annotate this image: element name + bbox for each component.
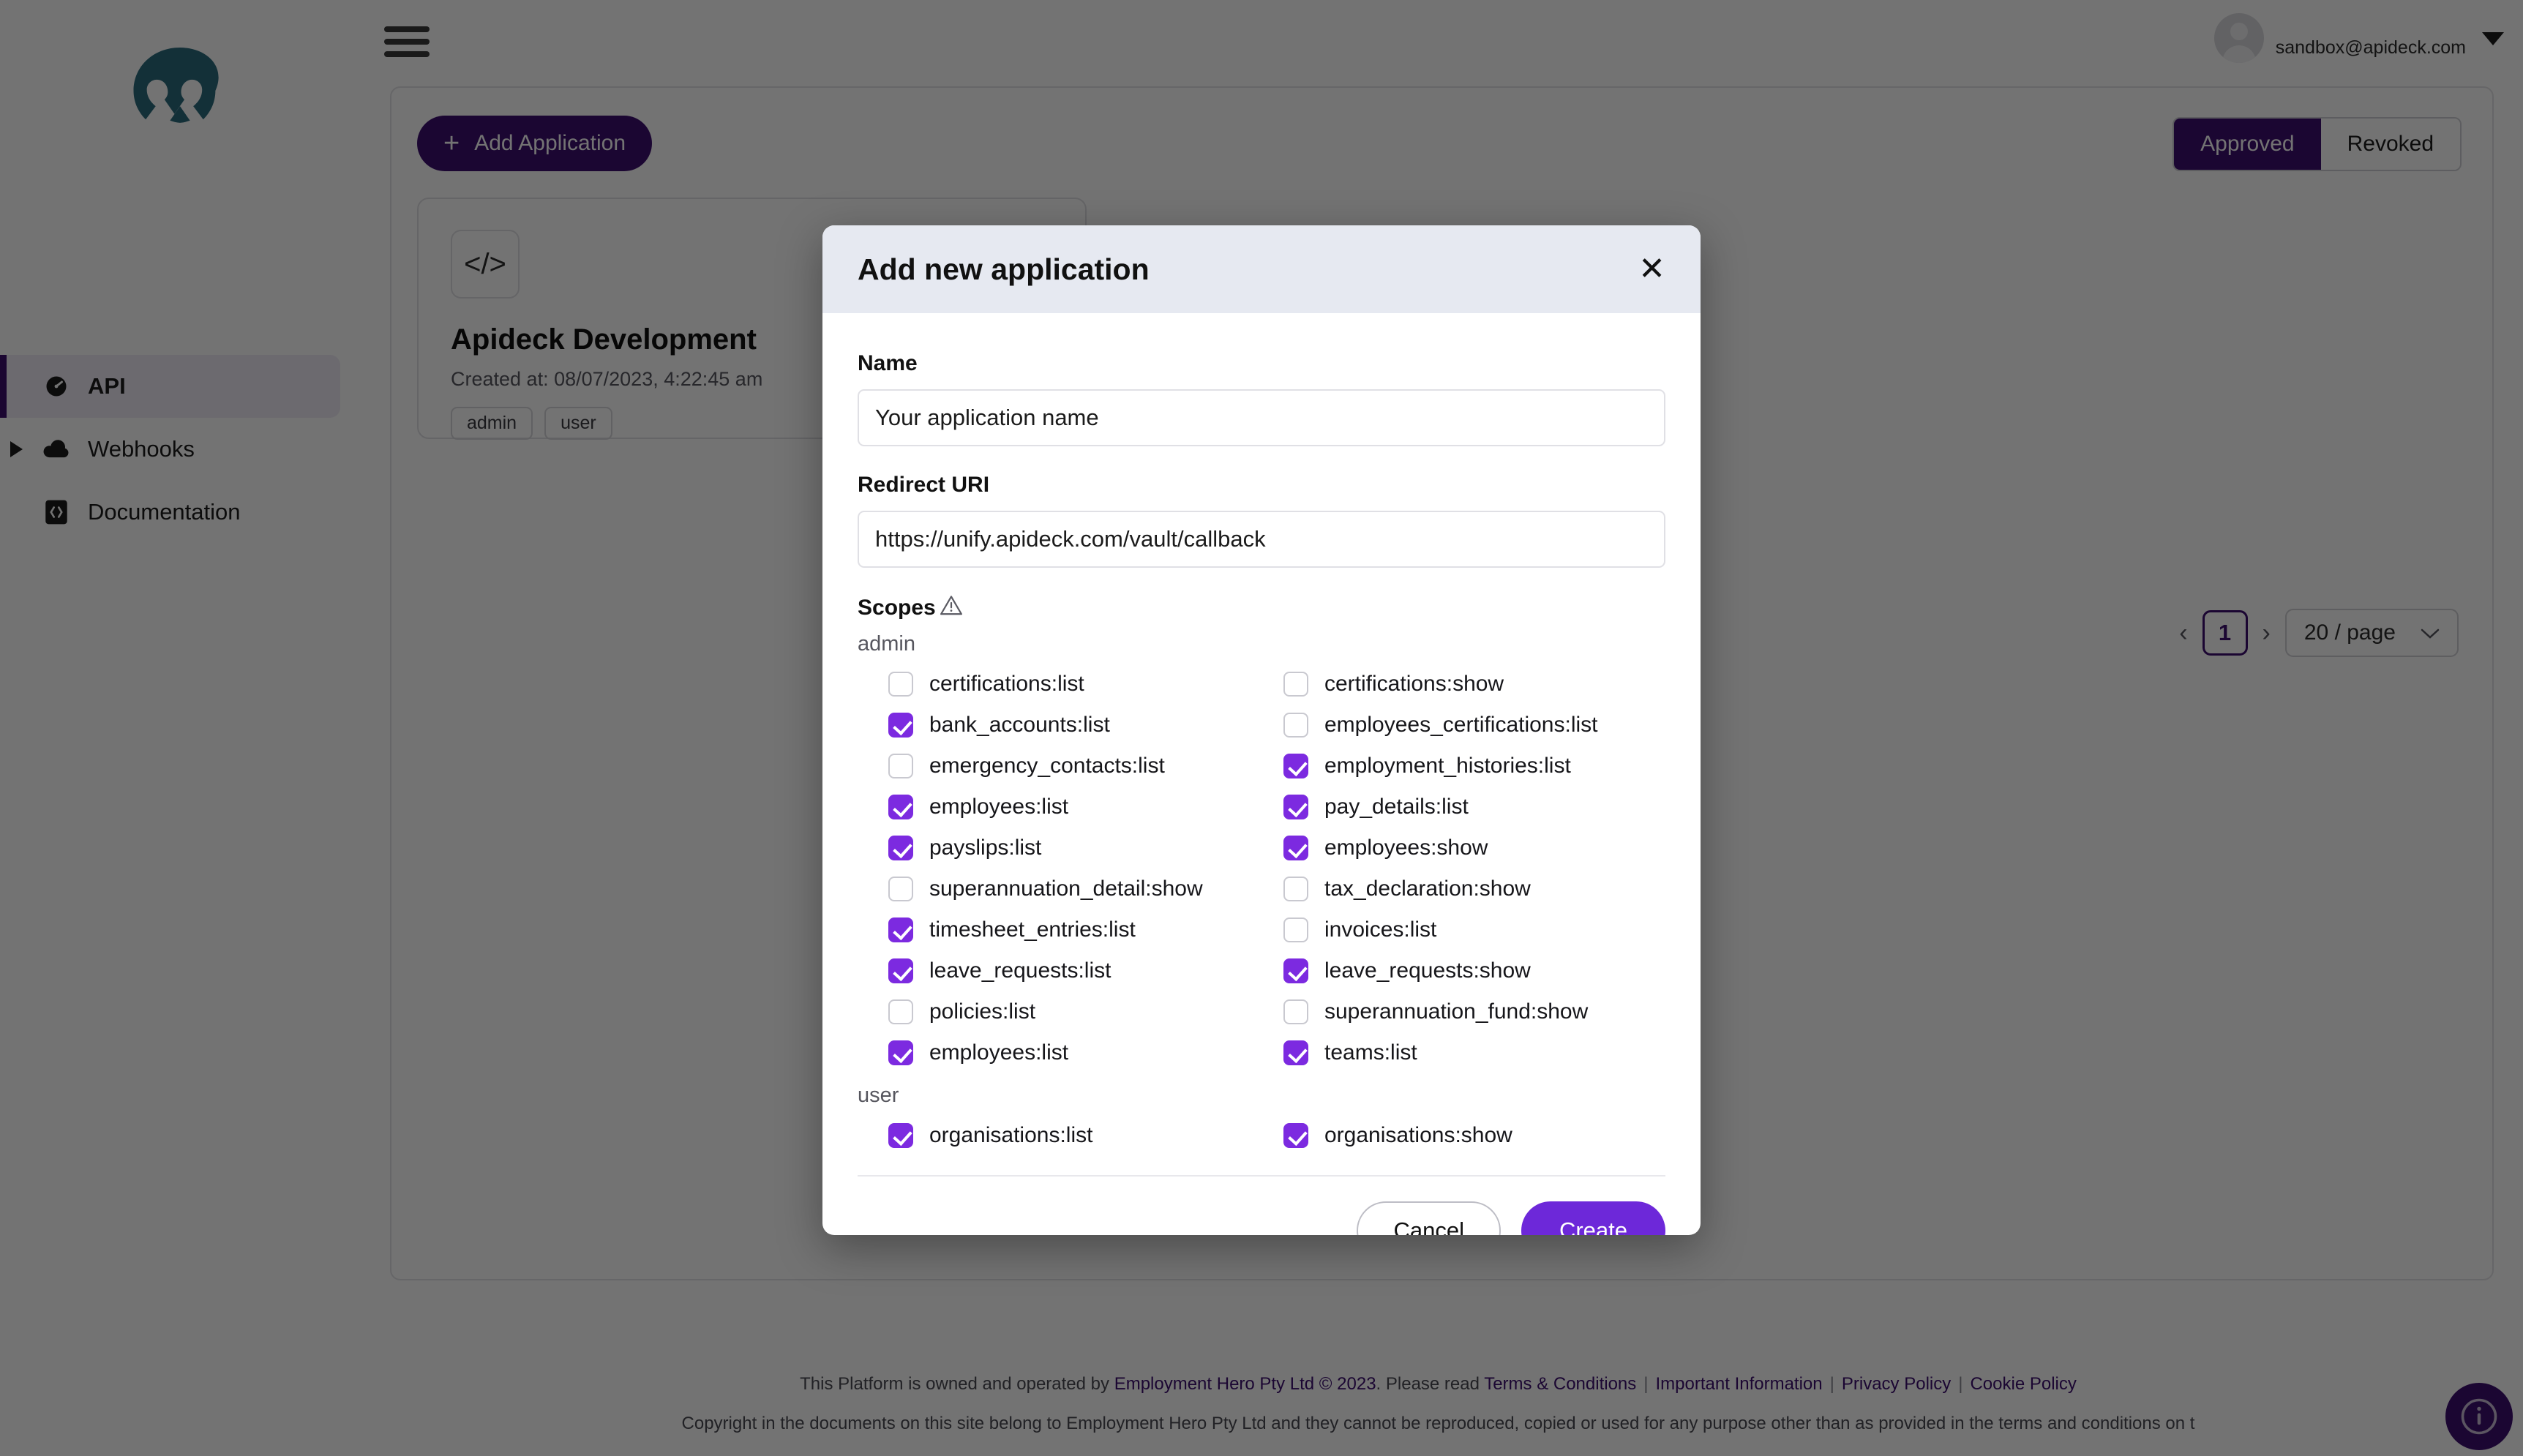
scope-checkbox[interactable] bbox=[1283, 877, 1308, 901]
scope-row[interactable]: policies:list bbox=[888, 991, 1283, 1032]
scope-label: superannuation_fund:show bbox=[1324, 999, 1589, 1024]
dialog-header: Add new application ✕ bbox=[822, 225, 1701, 313]
scope-row[interactable]: certifications:show bbox=[1283, 664, 1679, 705]
scope-row[interactable]: tax_declaration:show bbox=[1283, 868, 1679, 909]
scope-row[interactable]: bank_accounts:list bbox=[888, 705, 1283, 746]
scope-checkbox[interactable] bbox=[1283, 836, 1308, 860]
scope-label: employees:show bbox=[1324, 836, 1488, 860]
scope-checkbox[interactable] bbox=[888, 836, 913, 860]
scope-label: employees:list bbox=[929, 795, 1069, 819]
scope-row[interactable]: superannuation_fund:show bbox=[1283, 991, 1679, 1032]
application-name-input[interactable] bbox=[858, 389, 1665, 446]
scope-checkbox[interactable] bbox=[1283, 1040, 1308, 1065]
scope-label: tax_declaration:show bbox=[1324, 877, 1531, 901]
scope-row[interactable]: emergency_contacts:list bbox=[888, 746, 1283, 787]
scope-label: leave_requests:list bbox=[929, 958, 1111, 983]
scope-row[interactable]: leave_requests:show bbox=[1283, 950, 1679, 991]
scopes-label: Scopes bbox=[858, 596, 936, 620]
scope-checkbox[interactable] bbox=[888, 672, 913, 697]
scope-checkbox[interactable] bbox=[1283, 1123, 1308, 1148]
page-root: API Webhooks Documentation san bbox=[0, 0, 2523, 1456]
scope-row[interactable]: employees:list bbox=[888, 787, 1283, 828]
redirect-uri-label: Redirect URI bbox=[858, 473, 990, 497]
scope-label: employees:list bbox=[929, 1040, 1069, 1065]
scope-row[interactable]: teams:list bbox=[1283, 1032, 1679, 1073]
scope-checkbox[interactable] bbox=[1283, 999, 1308, 1024]
redirect-field-block: Redirect URI bbox=[858, 473, 1665, 568]
scope-row[interactable]: timesheet_entries:list bbox=[888, 909, 1283, 950]
scope-label: leave_requests:show bbox=[1324, 958, 1531, 983]
redirect-uri-input[interactable] bbox=[858, 511, 1665, 568]
scope-checkbox[interactable] bbox=[888, 917, 913, 942]
scope-checkbox[interactable] bbox=[888, 754, 913, 778]
scope-checkbox[interactable] bbox=[1283, 958, 1308, 983]
scope-row[interactable]: certifications:list bbox=[888, 664, 1283, 705]
scope-label: organisations:list bbox=[929, 1123, 1093, 1147]
scope-checkbox[interactable] bbox=[888, 958, 913, 983]
scope-group-admin: admin certifications:list certifications:… bbox=[858, 632, 1665, 1073]
scope-label: certifications:show bbox=[1324, 672, 1504, 696]
scope-row[interactable]: pay_details:list bbox=[1283, 787, 1679, 828]
scope-row[interactable]: employees:list bbox=[888, 1032, 1283, 1073]
close-icon[interactable]: ✕ bbox=[1638, 253, 1665, 285]
scope-label: superannuation_detail:show bbox=[929, 877, 1203, 901]
scope-row[interactable]: invoices:list bbox=[1283, 909, 1679, 950]
scopes-heading: Scopes bbox=[858, 594, 1665, 622]
scope-checkbox[interactable] bbox=[1283, 754, 1308, 778]
scope-checkbox[interactable] bbox=[1283, 917, 1308, 942]
name-field-block: Name bbox=[858, 351, 1665, 446]
scope-label: emergency_contacts:list bbox=[929, 754, 1165, 778]
scope-row[interactable]: employees_certifications:list bbox=[1283, 705, 1679, 746]
scope-row[interactable]: employees:show bbox=[1283, 828, 1679, 868]
scope-group-user: user organisations:list organisations:sho… bbox=[858, 1084, 1665, 1156]
scope-label: timesheet_entries:list bbox=[929, 917, 1136, 942]
scope-row[interactable]: superannuation_detail:show bbox=[888, 868, 1283, 909]
scope-checkbox[interactable] bbox=[1283, 795, 1308, 819]
scope-checkbox[interactable] bbox=[888, 1040, 913, 1065]
scope-label: teams:list bbox=[1324, 1040, 1417, 1065]
scope-checkbox[interactable] bbox=[1283, 713, 1308, 738]
scope-row[interactable]: leave_requests:list bbox=[888, 950, 1283, 991]
scope-label: employees_certifications:list bbox=[1324, 713, 1598, 737]
scope-row[interactable]: employment_histories:list bbox=[1283, 746, 1679, 787]
scope-label: invoices:list bbox=[1324, 917, 1437, 942]
scope-checkbox[interactable] bbox=[888, 877, 913, 901]
dialog-footer: Cancel Create bbox=[822, 1177, 1701, 1235]
scope-row[interactable]: organisations:show bbox=[1283, 1115, 1679, 1156]
scope-label: pay_details:list bbox=[1324, 795, 1469, 819]
name-label: Name bbox=[858, 351, 918, 375]
scope-checkbox[interactable] bbox=[1283, 672, 1308, 697]
scope-label: employment_histories:list bbox=[1324, 754, 1571, 778]
warning-triangle-icon bbox=[939, 594, 964, 622]
create-button[interactable]: Create bbox=[1521, 1201, 1665, 1235]
scope-checkbox[interactable] bbox=[888, 713, 913, 738]
scope-checkbox[interactable] bbox=[888, 795, 913, 819]
scope-label: bank_accounts:list bbox=[929, 713, 1110, 737]
scope-label: certifications:list bbox=[929, 672, 1084, 696]
add-application-dialog: Add new application ✕ Name Redirect URI … bbox=[822, 225, 1701, 1235]
cancel-button[interactable]: Cancel bbox=[1357, 1201, 1501, 1235]
scope-group-label: admin bbox=[858, 632, 915, 656]
scope-row[interactable]: payslips:list bbox=[888, 828, 1283, 868]
scope-label: payslips:list bbox=[929, 836, 1042, 860]
dialog-title: Add new application bbox=[858, 252, 1150, 286]
scope-checkbox[interactable] bbox=[888, 999, 913, 1024]
scope-row[interactable]: organisations:list bbox=[888, 1115, 1283, 1156]
scope-group-label: user bbox=[858, 1084, 899, 1107]
scope-checkbox[interactable] bbox=[888, 1123, 913, 1148]
scope-checkbox-grid-user: organisations:list organisations:show bbox=[888, 1115, 1665, 1156]
scope-checkbox-grid-admin: certifications:list certifications:show ba… bbox=[888, 664, 1665, 1073]
dialog-body: Name Redirect URI Scopes admin certifica… bbox=[822, 313, 1701, 1156]
scope-label: policies:list bbox=[929, 999, 1036, 1024]
scope-label: organisations:show bbox=[1324, 1123, 1512, 1147]
